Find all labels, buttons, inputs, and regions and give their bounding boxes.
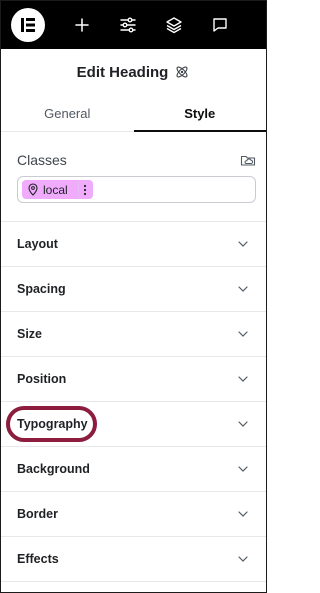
- classes-section: Classes local: [1, 132, 266, 222]
- panel-tabs: General Style: [1, 95, 266, 132]
- section-label: Layout: [17, 237, 58, 251]
- section-border[interactable]: Border: [1, 492, 266, 537]
- structure-button[interactable]: [151, 1, 197, 49]
- section-label: Border: [17, 507, 58, 521]
- section-size[interactable]: Size: [1, 312, 266, 357]
- chevron-down-icon: [238, 421, 248, 427]
- classes-input[interactable]: local: [17, 176, 256, 203]
- chip-divider: [77, 180, 79, 199]
- chevron-down-icon: [238, 241, 248, 247]
- add-element-button[interactable]: [59, 1, 105, 49]
- layers-icon: [166, 17, 182, 34]
- tab-style[interactable]: Style: [133, 95, 267, 132]
- sliders-icon: [120, 17, 136, 33]
- class-chip-label: local: [43, 182, 68, 197]
- editor-panel: Edit Heading General Style Classes local…: [0, 0, 267, 593]
- section-label: Background: [17, 462, 90, 476]
- cloud-folder-icon[interactable]: [240, 153, 256, 167]
- classes-label: Classes: [17, 152, 67, 168]
- section-typography[interactable]: Typography: [1, 402, 266, 447]
- section-label: Size: [17, 327, 43, 341]
- style-sections: Layout Spacing Size Position Typography …: [1, 222, 266, 582]
- tab-general[interactable]: General: [1, 95, 134, 131]
- section-layout[interactable]: Layout: [1, 222, 266, 267]
- chevron-down-icon: [238, 556, 248, 562]
- chevron-down-icon: [238, 331, 248, 337]
- chevron-down-icon: [238, 286, 248, 292]
- chevron-down-icon: [238, 376, 248, 382]
- section-position[interactable]: Position: [1, 357, 266, 402]
- section-background[interactable]: Background: [1, 447, 266, 492]
- panel-header: Edit Heading: [1, 49, 266, 95]
- map-pin-icon: [28, 183, 38, 196]
- class-chip[interactable]: local: [22, 180, 93, 199]
- page-title: Edit Heading: [76, 63, 169, 81]
- section-label: Spacing: [17, 282, 66, 296]
- section-effects[interactable]: Effects: [1, 537, 266, 582]
- section-label: Effects: [17, 552, 59, 566]
- section-label: Typography: [17, 417, 88, 431]
- section-label: Position: [17, 372, 67, 386]
- more-vertical-icon[interactable]: [83, 184, 87, 196]
- chevron-down-icon: [238, 511, 248, 517]
- chevron-down-icon: [238, 466, 248, 472]
- section-spacing[interactable]: Spacing: [1, 267, 266, 312]
- chat-icon: [213, 18, 227, 32]
- elementor-logo-icon[interactable]: [11, 8, 45, 42]
- plus-icon: [75, 18, 89, 32]
- comments-button[interactable]: [197, 1, 243, 49]
- atom-icon: [176, 66, 188, 78]
- site-settings-button[interactable]: [105, 1, 151, 49]
- top-toolbar: [1, 1, 266, 49]
